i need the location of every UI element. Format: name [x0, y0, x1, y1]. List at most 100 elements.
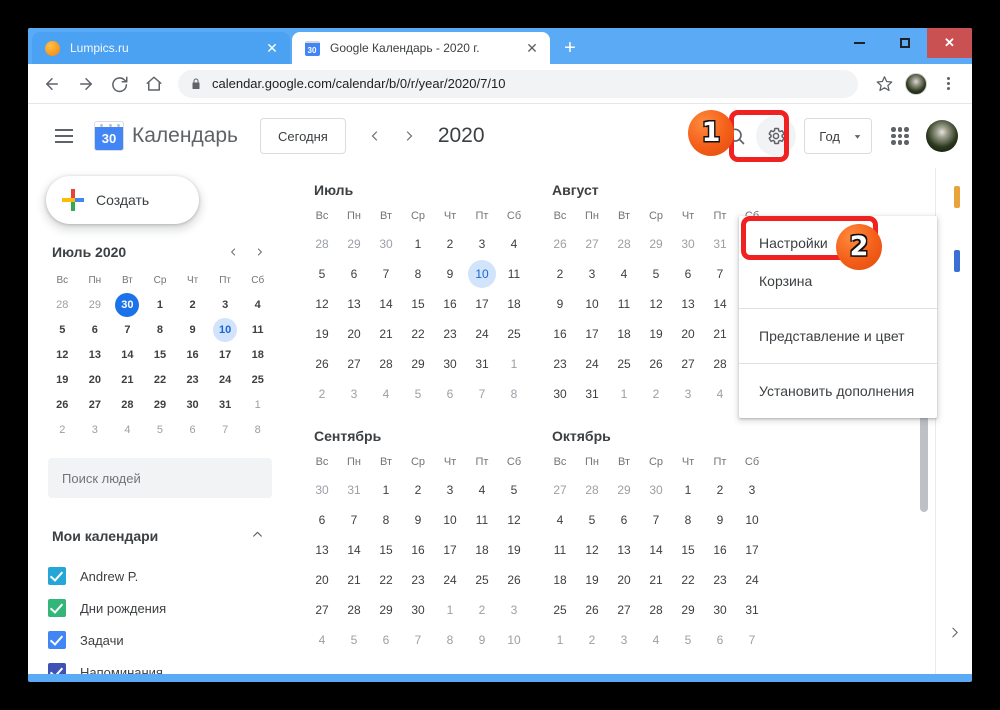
month-day-cell[interactable]: 12: [576, 536, 608, 564]
menu-item-option[interactable]: Корзина: [739, 262, 937, 300]
mini-calendar-day[interactable]: 1: [144, 293, 177, 317]
month-day-cell[interactable]: 16: [434, 290, 466, 318]
address-bar[interactable]: calendar.google.com/calendar/b/0/r/year/…: [178, 69, 858, 98]
browser-menu-icon[interactable]: [934, 70, 962, 98]
month-day-cell[interactable]: 10: [576, 290, 608, 318]
month-day-cell[interactable]: 7: [640, 506, 672, 534]
month-day-cell[interactable]: 2: [576, 626, 608, 654]
month-day-cell[interactable]: 5: [672, 626, 704, 654]
mini-calendar-day[interactable]: 10: [209, 318, 242, 342]
month-day-cell[interactable]: 5: [402, 380, 434, 408]
calendar-list-item[interactable]: Напоминания: [44, 656, 276, 674]
month-day-cell[interactable]: 24: [466, 320, 498, 348]
month-day-cell[interactable]: 3: [498, 596, 530, 624]
month-day-cell[interactable]: 2: [466, 596, 498, 624]
month-day-cell[interactable]: 30: [672, 230, 704, 258]
mini-calendar-day[interactable]: 28: [46, 293, 79, 317]
mini-calendar-day[interactable]: 11: [241, 318, 274, 342]
month-day-cell[interactable]: 8: [672, 506, 704, 534]
month-day-cell[interactable]: 1: [608, 380, 640, 408]
mini-calendar-day[interactable]: 26: [46, 393, 79, 417]
calendar-checkbox[interactable]: [48, 567, 66, 585]
mini-calendar-day[interactable]: 7: [209, 418, 242, 442]
browser-profile-avatar[interactable]: [902, 70, 930, 98]
month-day-cell[interactable]: 1: [672, 476, 704, 504]
month-day-cell[interactable]: 4: [306, 626, 338, 654]
mini-calendar-day[interactable]: 19: [46, 368, 79, 392]
month-day-cell[interactable]: 23: [402, 566, 434, 594]
month-day-cell[interactable]: 28: [704, 350, 736, 378]
month-day-cell[interactable]: 8: [402, 260, 434, 288]
month-day-cell[interactable]: 19: [306, 320, 338, 348]
reload-button[interactable]: [106, 70, 134, 98]
account-avatar[interactable]: [926, 120, 958, 152]
mini-calendar-day[interactable]: 3: [209, 293, 242, 317]
month-day-cell[interactable]: 24: [576, 350, 608, 378]
month-day-cell[interactable]: 13: [672, 290, 704, 318]
month-day-cell[interactable]: 9: [402, 506, 434, 534]
month-day-cell[interactable]: 25: [608, 350, 640, 378]
mini-calendar-day[interactable]: 21: [111, 368, 144, 392]
month-day-cell[interactable]: 10: [736, 506, 768, 534]
mini-calendar-day[interactable]: 18: [241, 343, 274, 367]
month-day-cell[interactable]: 1: [402, 230, 434, 258]
month-day-cell[interactable]: 18: [544, 566, 576, 594]
month-day-cell[interactable]: 30: [544, 380, 576, 408]
month-day-cell[interactable]: 12: [640, 290, 672, 318]
mini-calendar-day[interactable]: 2: [46, 418, 79, 442]
month-day-cell[interactable]: 18: [608, 320, 640, 348]
month-day-cell[interactable]: 15: [370, 536, 402, 564]
month-day-cell[interactable]: 2: [434, 230, 466, 258]
month-day-cell[interactable]: 8: [498, 380, 530, 408]
month-day-cell[interactable]: 20: [608, 566, 640, 594]
month-day-cell[interactable]: 21: [704, 320, 736, 348]
month-day-cell[interactable]: 2: [704, 476, 736, 504]
month-day-cell[interactable]: 4: [370, 380, 402, 408]
month-day-cell[interactable]: 15: [672, 536, 704, 564]
month-day-cell[interactable]: 7: [466, 380, 498, 408]
month-day-cell[interactable]: 27: [576, 230, 608, 258]
month-day-cell[interactable]: 3: [338, 380, 370, 408]
month-day-cell[interactable]: 26: [306, 350, 338, 378]
month-day-cell[interactable]: 18: [498, 290, 530, 318]
mini-calendar-day[interactable]: 5: [144, 418, 177, 442]
mini-calendar-day[interactable]: 25: [241, 368, 274, 392]
month-day-cell[interactable]: 30: [434, 350, 466, 378]
month-day-cell[interactable]: 3: [736, 476, 768, 504]
mini-calendar-day[interactable]: 6: [79, 318, 112, 342]
month-day-cell[interactable]: 1: [434, 596, 466, 624]
calendar-checkbox[interactable]: [48, 663, 66, 674]
month-day-cell[interactable]: 9: [544, 290, 576, 318]
month-name-label[interactable]: Август: [552, 182, 778, 198]
tab-close-button[interactable]: ✕: [522, 38, 542, 58]
back-button[interactable]: [38, 70, 66, 98]
month-day-cell[interactable]: 27: [338, 350, 370, 378]
month-day-cell[interactable]: 2: [544, 260, 576, 288]
people-search-input[interactable]: [62, 470, 258, 486]
month-day-cell[interactable]: 3: [466, 230, 498, 258]
month-day-cell[interactable]: 6: [608, 506, 640, 534]
month-day-cell[interactable]: 1: [498, 350, 530, 378]
month-day-cell[interactable]: 29: [672, 596, 704, 624]
month-day-cell[interactable]: 7: [338, 506, 370, 534]
month-day-cell[interactable]: 4: [704, 380, 736, 408]
month-day-cell[interactable]: 6: [370, 626, 402, 654]
mini-calendar-day[interactable]: 2: [176, 293, 209, 317]
month-day-cell[interactable]: 7: [704, 260, 736, 288]
mini-calendar-day[interactable]: 6: [176, 418, 209, 442]
month-day-cell[interactable]: 4: [466, 476, 498, 504]
month-day-cell[interactable]: 5: [576, 506, 608, 534]
mini-calendar-day[interactable]: 3: [79, 418, 112, 442]
month-day-cell[interactable]: 2: [306, 380, 338, 408]
month-day-cell[interactable]: 4: [640, 626, 672, 654]
mini-calendar-grid[interactable]: Вс Пн Вт Ср Чт Пт Сб 28 29 30 1 2 3 4 5 6 7 8 9 10 11 12 13 14 1…: [44, 270, 276, 442]
home-button[interactable]: [140, 70, 168, 98]
calendar-checkbox[interactable]: [48, 599, 66, 617]
mini-calendar-day[interactable]: 8: [144, 318, 177, 342]
month-day-cell[interactable]: 29: [338, 230, 370, 258]
month-day-cell[interactable]: 3: [608, 626, 640, 654]
month-day-cell[interactable]: 5: [498, 476, 530, 504]
mini-calendar-day[interactable]: 9: [176, 318, 209, 342]
month-day-cell[interactable]: 24: [736, 566, 768, 594]
tab-close-button[interactable]: ✕: [262, 38, 282, 58]
